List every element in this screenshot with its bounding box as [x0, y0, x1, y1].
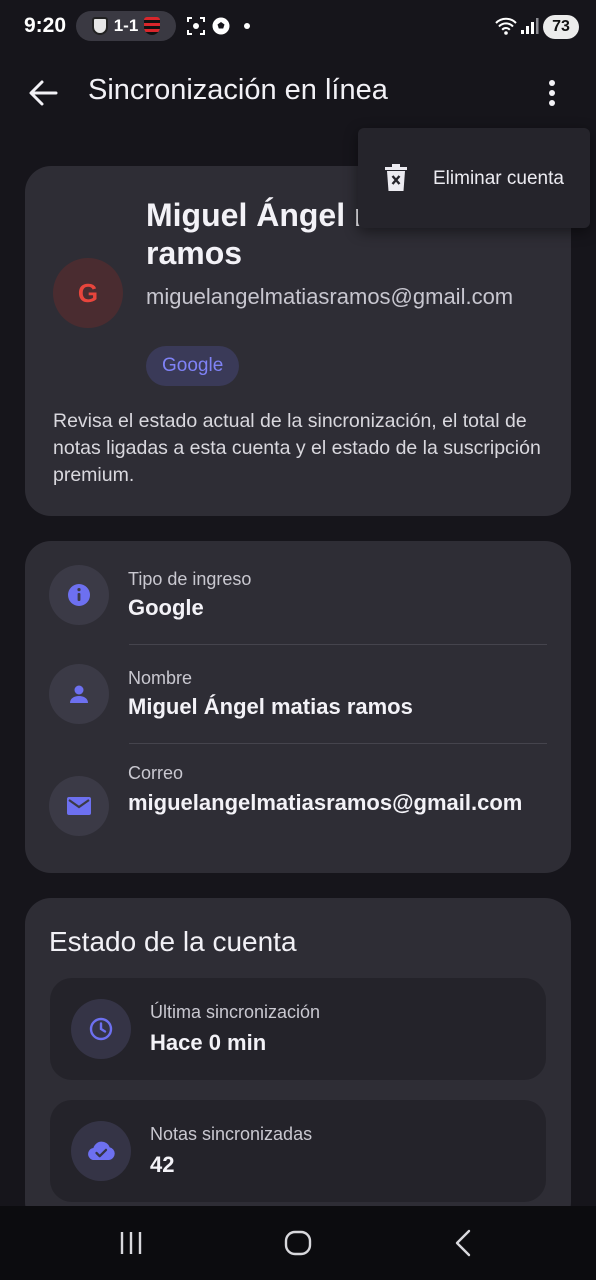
wifi-icon — [495, 17, 517, 35]
delete-icon — [385, 164, 407, 191]
recent-apps-icon[interactable] — [116, 1228, 146, 1258]
match-score: 1-1 — [113, 16, 139, 35]
stat-synced-notes: Notas sincronizadas 42 — [50, 1100, 546, 1202]
info-icon — [49, 565, 109, 625]
info-label: Correo — [128, 763, 184, 783]
away-team-badge-icon — [144, 17, 161, 35]
info-row-email: Correo miguelangelmatiasramos@gmail.com — [49, 763, 547, 853]
section-title: Estado de la cuenta — [49, 926, 297, 957]
stat-label: Última sincronización — [150, 1002, 321, 1022]
home-team-badge-icon — [91, 17, 108, 35]
cloud-done-icon — [71, 1121, 131, 1181]
info-value: Google — [128, 595, 204, 620]
clock-icon — [71, 999, 131, 1059]
account-info-card: Tipo de ingreso Google Nombre Miguel Áng… — [25, 541, 571, 873]
navigation-bar — [0, 1206, 596, 1280]
info-row-name: Nombre Miguel Ángel matias ramos — [49, 664, 547, 744]
mail-icon — [49, 776, 109, 836]
person-icon — [49, 664, 109, 724]
info-value: miguelangelmatiasramos@gmail.com — [128, 790, 523, 815]
stat-value: 42 — [150, 1152, 175, 1177]
battery-indicator: 73 — [543, 15, 579, 39]
divider — [129, 644, 547, 645]
info-value: Miguel Ángel matias ramos — [128, 694, 413, 719]
more-vert-icon[interactable] — [536, 76, 568, 110]
stat-label: Notas sincronizadas — [150, 1124, 313, 1144]
avatar: G — [53, 258, 123, 328]
screenshot-icon — [187, 17, 205, 35]
divider — [129, 743, 547, 744]
provider-chip: Google — [146, 346, 240, 386]
profile-email: miguelangelmatiasramos@gmail.com — [146, 284, 514, 309]
signal-icon — [521, 18, 539, 34]
account-status-card: Estado de la cuenta Última sincronizació… — [25, 898, 571, 1228]
overflow-menu: Eliminar cuenta — [358, 128, 590, 228]
arrow-back-icon[interactable] — [26, 76, 60, 110]
info-label: Nombre — [128, 668, 193, 688]
page-title: Sincronización en línea — [88, 74, 388, 106]
profile-description: Revisa el estado actual de la sincroniza… — [53, 410, 541, 486]
menu-item-label: Eliminar cuenta — [433, 168, 564, 189]
info-label: Tipo de ingreso — [128, 569, 252, 589]
soccer-ball-icon — [212, 17, 230, 35]
status-time: 9:20 — [24, 14, 67, 37]
stat-last-sync: Última sincronización Hace 0 min — [50, 978, 546, 1080]
menu-item-delete-account[interactable]: Eliminar cuenta — [358, 128, 590, 228]
live-score-pill[interactable]: 1-1 — [76, 11, 176, 41]
notification-dot-icon — [244, 23, 250, 29]
home-icon[interactable] — [283, 1228, 313, 1258]
info-row-login-type: Tipo de ingreso Google — [49, 565, 547, 645]
back-nav-icon[interactable] — [449, 1228, 479, 1258]
status-bar: 9:20 1-1 73 — [0, 0, 596, 54]
stat-value: Hace 0 min — [150, 1030, 267, 1055]
